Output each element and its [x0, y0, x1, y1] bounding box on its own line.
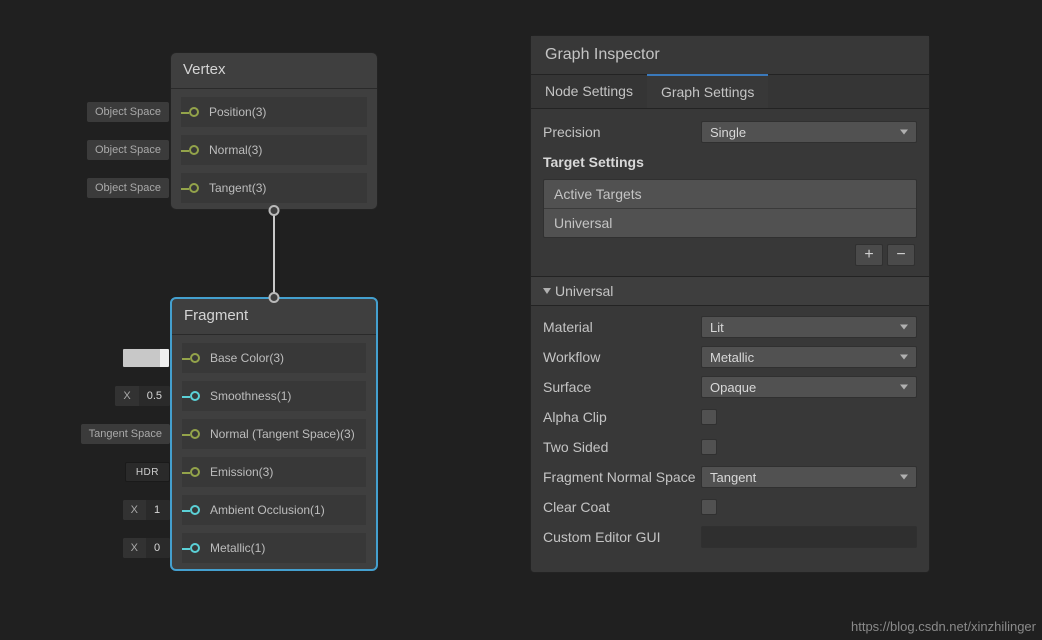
- list-header: Active Targets: [544, 180, 916, 209]
- material-label: Material: [543, 319, 701, 336]
- vertex-port-tangent[interactable]: Object Space Tangent(3): [181, 173, 367, 203]
- vertex-node[interactable]: Vertex Object Space Position(3) Object S…: [170, 52, 378, 210]
- frag-normal-dropdown[interactable]: Tangent: [701, 466, 917, 488]
- port-label: Position(3): [209, 105, 266, 119]
- space-chip[interactable]: Object Space: [87, 102, 169, 122]
- port-icon[interactable]: [189, 183, 199, 193]
- port-label: Tangent(3): [209, 181, 266, 195]
- node-edge: [273, 212, 275, 296]
- vertex-port-normal[interactable]: Object Space Normal(3): [181, 135, 367, 165]
- hdr-chip[interactable]: HDR: [125, 462, 170, 482]
- fragment-port-normal[interactable]: Tangent Space Normal (Tangent Space)(3): [182, 419, 366, 449]
- two-sided-checkbox[interactable]: [701, 439, 717, 455]
- alpha-clip-label: Alpha Clip: [543, 409, 701, 426]
- float-chip[interactable]: X 1: [123, 500, 170, 520]
- port-label: Normal (Tangent Space)(3): [210, 427, 355, 441]
- tab-graph-settings[interactable]: Graph Settings: [647, 74, 768, 108]
- fragment-node[interactable]: Fragment Base Color(3) X 0.5 Smoothness(…: [170, 297, 378, 571]
- clear-coat-checkbox[interactable]: [701, 499, 717, 515]
- precision-label: Precision: [543, 124, 701, 141]
- port-label: Ambient Occlusion(1): [210, 503, 325, 517]
- surface-label: Surface: [543, 379, 701, 396]
- space-chip[interactable]: Tangent Space: [81, 424, 170, 444]
- watermark: https://blog.csdn.net/xinzhilinger: [851, 619, 1036, 634]
- universal-foldout[interactable]: Universal: [531, 276, 929, 306]
- fragment-port-basecolor[interactable]: Base Color(3): [182, 343, 366, 373]
- port-label: Base Color(3): [210, 351, 284, 365]
- custom-gui-input[interactable]: [701, 526, 917, 548]
- vertex-port-position[interactable]: Object Space Position(3): [181, 97, 367, 127]
- add-target-button[interactable]: +: [855, 244, 883, 266]
- list-item[interactable]: Universal: [544, 209, 916, 237]
- workflow-label: Workflow: [543, 349, 701, 366]
- port-label: Metallic(1): [210, 541, 265, 555]
- port-icon[interactable]: [190, 543, 200, 553]
- node-body: Base Color(3) X 0.5 Smoothness(1) Tangen…: [172, 343, 376, 569]
- node-output-connector[interactable]: [269, 205, 280, 216]
- node-title: Fragment: [172, 299, 376, 335]
- float-chip[interactable]: X 0.5: [115, 386, 170, 406]
- target-settings-header: Target Settings: [543, 154, 644, 170]
- surface-dropdown[interactable]: Opaque: [701, 376, 917, 398]
- color-swatch[interactable]: [122, 348, 170, 368]
- graph-inspector-panel: Graph Inspector Node Settings Graph Sett…: [530, 35, 930, 573]
- port-label: Smoothness(1): [210, 389, 291, 403]
- port-label: Emission(3): [210, 465, 273, 479]
- active-targets-list[interactable]: Active Targets Universal: [543, 179, 917, 238]
- alpha-clip-checkbox[interactable]: [701, 409, 717, 425]
- port-icon[interactable]: [190, 505, 200, 515]
- tab-node-settings[interactable]: Node Settings: [531, 75, 647, 108]
- inspector-body: Precision Single Target Settings Active …: [531, 109, 929, 572]
- fragment-port-emission[interactable]: HDR Emission(3): [182, 457, 366, 487]
- node-title: Vertex: [171, 53, 377, 89]
- space-chip[interactable]: Object Space: [87, 140, 169, 160]
- precision-dropdown[interactable]: Single: [701, 121, 917, 143]
- node-input-connector[interactable]: [269, 292, 280, 303]
- node-body: Object Space Position(3) Object Space No…: [171, 97, 377, 209]
- workflow-dropdown[interactable]: Metallic: [701, 346, 917, 368]
- port-icon[interactable]: [190, 467, 200, 477]
- chevron-down-icon: [543, 288, 551, 294]
- port-icon[interactable]: [189, 107, 199, 117]
- node-graph-canvas[interactable]: Vertex Object Space Position(3) Object S…: [0, 0, 530, 640]
- port-icon[interactable]: [190, 353, 200, 363]
- fragment-port-smoothness[interactable]: X 0.5 Smoothness(1): [182, 381, 366, 411]
- fragment-port-metallic[interactable]: X 0 Metallic(1): [182, 533, 366, 563]
- material-dropdown[interactable]: Lit: [701, 316, 917, 338]
- clear-coat-label: Clear Coat: [543, 499, 701, 516]
- port-icon[interactable]: [190, 429, 200, 439]
- custom-gui-label: Custom Editor GUI: [543, 529, 701, 546]
- port-label: Normal(3): [209, 143, 262, 157]
- port-icon[interactable]: [189, 145, 199, 155]
- two-sided-label: Two Sided: [543, 439, 701, 456]
- float-chip[interactable]: X 0: [123, 538, 170, 558]
- foldout-label: Universal: [555, 283, 613, 299]
- inspector-tabs: Node Settings Graph Settings: [531, 75, 929, 109]
- fragment-port-ao[interactable]: X 1 Ambient Occlusion(1): [182, 495, 366, 525]
- port-icon[interactable]: [190, 391, 200, 401]
- remove-target-button[interactable]: −: [887, 244, 915, 266]
- inspector-title: Graph Inspector: [531, 36, 929, 75]
- space-chip[interactable]: Object Space: [87, 178, 169, 198]
- frag-normal-label: Fragment Normal Space: [543, 469, 701, 486]
